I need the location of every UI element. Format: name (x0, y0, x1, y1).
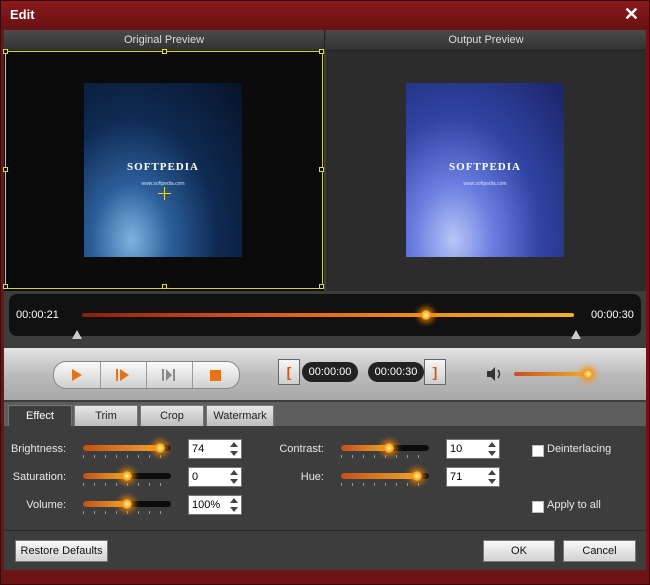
apply-to-all-label: Apply to all (547, 499, 601, 511)
play-icon (72, 369, 82, 381)
clip-start-time[interactable]: 00:00:00 (302, 362, 358, 382)
playback-buttons (53, 361, 240, 389)
effect-panel: Brightness: 74 Saturation: 0 Volume: 100… (4, 426, 646, 530)
tab-watermark[interactable]: Watermark (206, 405, 274, 426)
brightness-knob[interactable] (155, 443, 165, 453)
play-button[interactable] (54, 362, 101, 388)
volume-input[interactable]: 100% (188, 495, 242, 515)
playback-controls: [ 00:00:00 00:00:30 ] (4, 348, 646, 400)
hue-ticks (341, 483, 429, 486)
trim-start-marker[interactable] (72, 330, 82, 339)
volume-knob[interactable] (583, 369, 593, 379)
hue-knob[interactable] (412, 471, 422, 481)
volume-fill (83, 501, 127, 507)
set-end-button[interactable]: ] (424, 359, 446, 385)
brightness-label: Brightness: (10, 443, 66, 455)
original-preview-header: Original Preview (4, 30, 325, 51)
preview-url: www.softpedia.com (463, 181, 507, 187)
ok-button[interactable]: OK (483, 540, 555, 562)
crosshair-icon (158, 187, 171, 200)
deinterlacing-label: Deinterlacing (547, 443, 612, 455)
output-preview-header: Output Preview (326, 30, 646, 51)
title-bar: Edit ✕ (1, 1, 649, 29)
spinner-arrows-icon[interactable] (227, 496, 241, 514)
saturation-value: 0 (192, 471, 199, 483)
trim-end-marker[interactable] (571, 330, 581, 339)
timeline-bar: 00:00:21 00:00:30 (9, 294, 641, 336)
deinterlacing-checkbox[interactable] (532, 445, 544, 457)
clip-end-time[interactable]: 00:00:30 (368, 362, 424, 382)
last-frame-button[interactable] (146, 362, 193, 388)
cancel-button[interactable]: Cancel (563, 540, 636, 562)
tab-crop[interactable]: Crop (140, 405, 204, 426)
crop-handle[interactable] (319, 167, 324, 172)
preview-brand: SOFTPEDIA (449, 161, 521, 173)
hue-fill (341, 473, 417, 479)
dialog-footer: Restore Defaults OK Cancel (4, 530, 646, 571)
stop-button[interactable] (192, 362, 238, 388)
apply-to-all-checkbox[interactable] (532, 501, 544, 513)
next-frame-button[interactable] (100, 362, 147, 388)
volume-value: 100% (192, 499, 221, 511)
saturation-label: Saturation: (12, 471, 66, 483)
set-start-button[interactable]: [ (278, 359, 300, 385)
crop-selection[interactable] (3, 49, 324, 289)
brightness-fill (83, 445, 160, 451)
saturation-ticks (83, 483, 171, 486)
speaker-icon (487, 367, 501, 381)
brightness-input[interactable]: 74 (188, 439, 242, 459)
contrast-label: Contrast: (279, 443, 324, 455)
crop-handle[interactable] (162, 284, 167, 289)
volume-ticks (83, 511, 171, 514)
crop-handle[interactable] (3, 167, 8, 172)
contrast-ticks (341, 455, 429, 458)
hue-value: 71 (450, 471, 463, 483)
saturation-knob[interactable] (122, 471, 132, 481)
brightness-value: 74 (192, 443, 205, 455)
restore-defaults-button[interactable]: Restore Defaults (15, 540, 108, 562)
timeline-end-time: 00:00:30 (591, 309, 634, 321)
volume-track[interactable] (514, 372, 588, 376)
output-preview: SOFTPEDIA www.softpedia.com (326, 51, 646, 291)
tab-strip: Effect Trim Crop Watermark (4, 402, 646, 426)
saturation-input[interactable]: 0 (188, 467, 242, 487)
crop-handle[interactable] (3, 284, 8, 289)
spinner-arrows-icon[interactable] (485, 468, 499, 486)
close-icon[interactable]: ✕ (624, 4, 639, 25)
timeline-track[interactable] (82, 313, 574, 317)
crop-handle[interactable] (319, 284, 324, 289)
contrast-input[interactable]: 10 (446, 439, 500, 459)
edit-content: Original Preview Output Preview SOFTPEDI… (3, 30, 646, 571)
contrast-fill (341, 445, 389, 451)
spinner-arrows-icon[interactable] (485, 440, 499, 458)
timeline-start-time: 00:00:21 (16, 309, 59, 321)
window-title: Edit (10, 7, 35, 22)
stop-icon (209, 369, 221, 381)
spinner-arrows-icon[interactable] (227, 440, 241, 458)
timeline-playhead[interactable] (421, 310, 431, 320)
brightness-ticks (83, 455, 171, 458)
crop-handle[interactable] (3, 49, 8, 54)
saturation-fill (83, 473, 127, 479)
next-frame-icon (116, 369, 129, 381)
output-preview-image: SOFTPEDIA www.softpedia.com (406, 83, 564, 257)
hue-input[interactable]: 71 (446, 467, 500, 487)
tab-trim[interactable]: Trim (74, 405, 138, 426)
last-frame-icon (162, 369, 175, 381)
spinner-arrows-icon[interactable] (227, 468, 241, 486)
hue-label: Hue: (300, 471, 324, 483)
volume-slider-knob[interactable] (122, 499, 132, 509)
tab-effect[interactable]: Effect (8, 405, 72, 426)
contrast-knob[interactable] (384, 443, 394, 453)
volume-label: Volume: (26, 499, 66, 511)
crop-handle[interactable] (162, 49, 167, 54)
edit-window: Edit ✕ Original Preview Output Preview S… (0, 0, 650, 585)
contrast-value: 10 (450, 443, 463, 455)
crop-handle[interactable] (319, 49, 324, 54)
window-bottom-border (1, 570, 649, 584)
